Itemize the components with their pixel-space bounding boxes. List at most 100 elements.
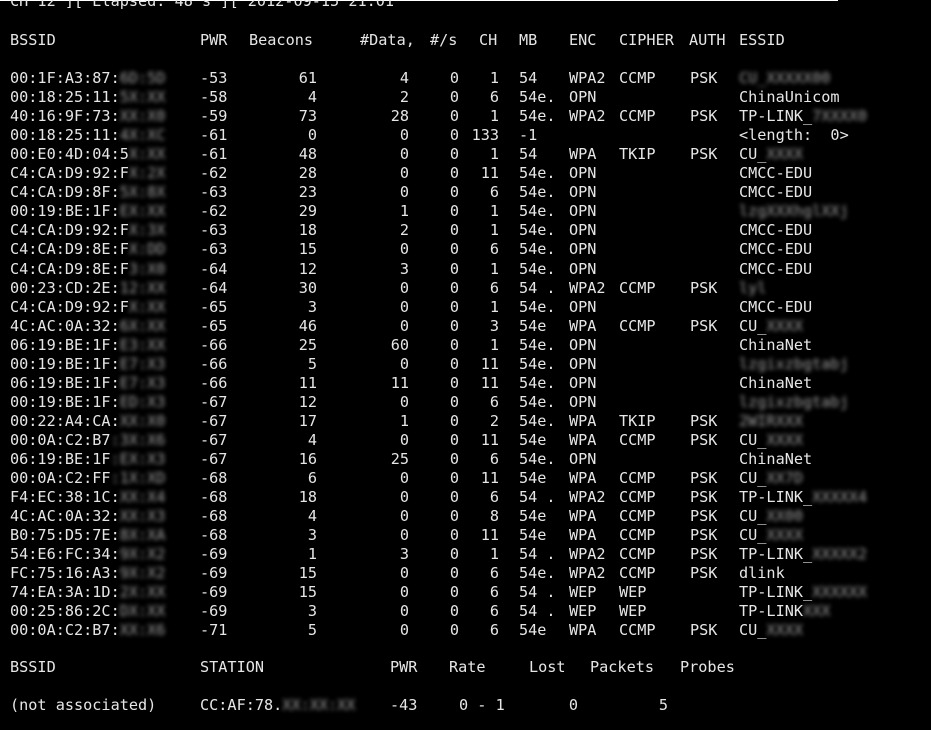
cell-data: 0 xyxy=(399,488,409,507)
cell-auth: PSK xyxy=(690,621,718,640)
station-header-probes: Probes xyxy=(680,658,735,676)
cell-pwr: -67 xyxy=(200,430,228,449)
cell-essid: ChinaNet xyxy=(739,450,813,468)
cell-data: 0 xyxy=(399,583,409,602)
redacted-essid: CU_XXXXX00 xyxy=(739,69,831,87)
cell-data: 0 xyxy=(399,316,409,335)
cell-beacons: 5 xyxy=(307,621,317,640)
cell-beacons: 28 xyxy=(298,164,317,183)
cell-enc: OPN xyxy=(569,88,597,107)
cell-mb: -1 xyxy=(519,126,538,145)
ap-row: FC:75:16:A3:9X:X2 -69 15 0 0 6 54e. WPA2 CCMP PSK… xyxy=(0,564,931,583)
cell-data: 0 xyxy=(399,392,409,411)
cell-beacons: 4 xyxy=(307,88,317,107)
redacted-essid: 2WIRXXX xyxy=(739,411,804,430)
ap-row: 4C:AC:0A:32:6X:XX -65 46 0 0 3 54e WPA CCMP PSK CU… xyxy=(0,317,931,336)
ap-row: F4:EC:38:1C:XX:X4 -68 18 0 0 6 54 . WPA2 CCMP PSK… xyxy=(0,488,931,507)
cell-mb: 54e. xyxy=(519,411,556,430)
cell-essid: ChinaNet xyxy=(739,335,813,354)
cell-mb: 54 xyxy=(519,145,538,164)
cell-ch: 1 xyxy=(489,69,499,87)
cell-per-sec: 0 xyxy=(449,202,459,221)
redacted-bssid-suffix: 5X:XX xyxy=(119,88,166,107)
cell-bssid: F4:EC:38:1C:XX:X4 xyxy=(10,488,166,507)
cell-mb: 54e. xyxy=(519,335,556,354)
cell-data: 0 xyxy=(399,602,409,621)
cell-essid: CU_XXXX xyxy=(739,526,804,545)
cell-beacons: 3 xyxy=(307,297,317,316)
cell-mb: 54e. xyxy=(519,240,556,259)
cell-cipher: WEP xyxy=(619,602,647,621)
cell-auth: PSK xyxy=(690,69,718,87)
station-cell-packets: 5 xyxy=(658,696,668,714)
ap-row: C4:CA:D9:8E:FX:DD -63 15 0 0 6 54e. OPN CMCC-EDU xyxy=(0,240,931,259)
cell-bssid: 74:EA:3A:1D:2X:XX xyxy=(10,583,166,602)
cell-per-sec: 0 xyxy=(449,278,459,297)
cell-pwr: -69 xyxy=(200,583,228,602)
header-ch: CH xyxy=(479,31,498,49)
cell-enc: WPA xyxy=(569,316,597,335)
cell-beacons: 25 xyxy=(298,335,317,354)
cell-pwr: -67 xyxy=(200,411,228,430)
cell-pwr: -65 xyxy=(200,297,228,316)
cell-data: 0 xyxy=(399,507,409,526)
cell-mb: 54e. xyxy=(519,202,556,221)
cell-pwr: -53 xyxy=(200,69,228,87)
ap-row: 00:22:A4:CA:XX:X0 -67 17 1 0 2 54e. WPA TKIP PSK 2… xyxy=(0,412,931,431)
redacted-essid: lzgixzbgtabj xyxy=(739,354,849,373)
cell-mb: 54e xyxy=(519,526,547,545)
cell-ch: 6 xyxy=(489,278,499,297)
redacted-essid: lzgixzbgtabj xyxy=(739,392,849,411)
cell-cipher: WEP xyxy=(619,583,647,602)
cell-ch: 6 xyxy=(489,488,499,507)
cell-per-sec: 0 xyxy=(449,164,459,183)
cell-enc: OPN xyxy=(569,221,597,240)
cell-enc: OPN xyxy=(569,392,597,411)
cell-beacons: 4 xyxy=(307,507,317,526)
cell-auth: PSK xyxy=(690,488,718,507)
cell-pwr: -68 xyxy=(200,469,228,488)
cell-ch: 1 xyxy=(489,202,499,221)
redacted-bssid-suffix: X:DD xyxy=(128,240,166,259)
cell-mb: 54e. xyxy=(519,259,556,278)
cell-beacons: 29 xyxy=(298,202,317,221)
cell-beacons: 4 xyxy=(307,430,317,449)
cell-beacons: 3 xyxy=(307,526,317,545)
redacted-essid: XXXX xyxy=(766,621,804,640)
cell-enc: WPA2 xyxy=(569,107,606,126)
cell-ch: 6 xyxy=(489,88,499,107)
cell-enc: OPN xyxy=(569,183,597,202)
ap-row: 06:19:BE:1F:EX:X3 -67 16 25 0 6 54e. OPN ChinaNe… xyxy=(0,450,931,469)
cell-cipher: TKIP xyxy=(619,411,656,430)
redacted-bssid-suffix: :3X:X6 xyxy=(110,430,166,449)
station-header-station: STATION xyxy=(200,658,265,676)
cell-data: 11 xyxy=(390,373,409,392)
cell-cipher: TKIP xyxy=(619,145,656,164)
cell-cipher: CCMP xyxy=(619,107,656,126)
cell-enc: WPA2 xyxy=(569,69,606,87)
cell-bssid: 4C:AC:0A:32:6X:XX xyxy=(10,316,166,335)
cell-mb: 54 . xyxy=(519,602,556,621)
cell-bssid: 00:25:86:2C:DX:XX xyxy=(10,602,166,621)
cell-data: 0 xyxy=(399,526,409,545)
cell-essid: TP-LINKXXX xyxy=(739,602,831,621)
cell-essid: CU_XXXX xyxy=(739,621,804,640)
cell-essid: ChinaNet xyxy=(739,373,813,392)
cell-beacons: 16 xyxy=(298,450,317,468)
cell-enc: WPA xyxy=(569,411,597,430)
cell-data: 0 xyxy=(399,430,409,449)
cell-ch: 1 xyxy=(489,545,499,564)
ap-row: C4:CA:D9:92:FX:3X -63 18 2 0 1 54e. OPN CMCC-EDU xyxy=(0,221,931,240)
cell-enc: OPN xyxy=(569,373,597,392)
cell-essid: CU_XX00 xyxy=(739,507,804,526)
cell-data: 3 xyxy=(399,259,409,278)
cell-mb: 54 . xyxy=(519,583,556,602)
cell-essid: TP-LINK_XXXXXX xyxy=(739,583,868,602)
ap-row: 00:0A:C2:B7:XX:X6 -71 5 0 0 6 54e WPA CCMP PSK CU_… xyxy=(0,621,931,640)
cell-enc: WPA2 xyxy=(569,545,606,564)
redacted-bssid-suffix: XX:X6 xyxy=(119,621,166,640)
cell-data: 0 xyxy=(399,564,409,583)
redacted-essid: XXXX xyxy=(766,526,804,545)
cell-cipher: CCMP xyxy=(619,545,656,564)
ap-row: C4:CA:D9:8E:F3:X0 -64 12 3 0 1 54e. OPN CMCC-EDU xyxy=(0,260,931,279)
